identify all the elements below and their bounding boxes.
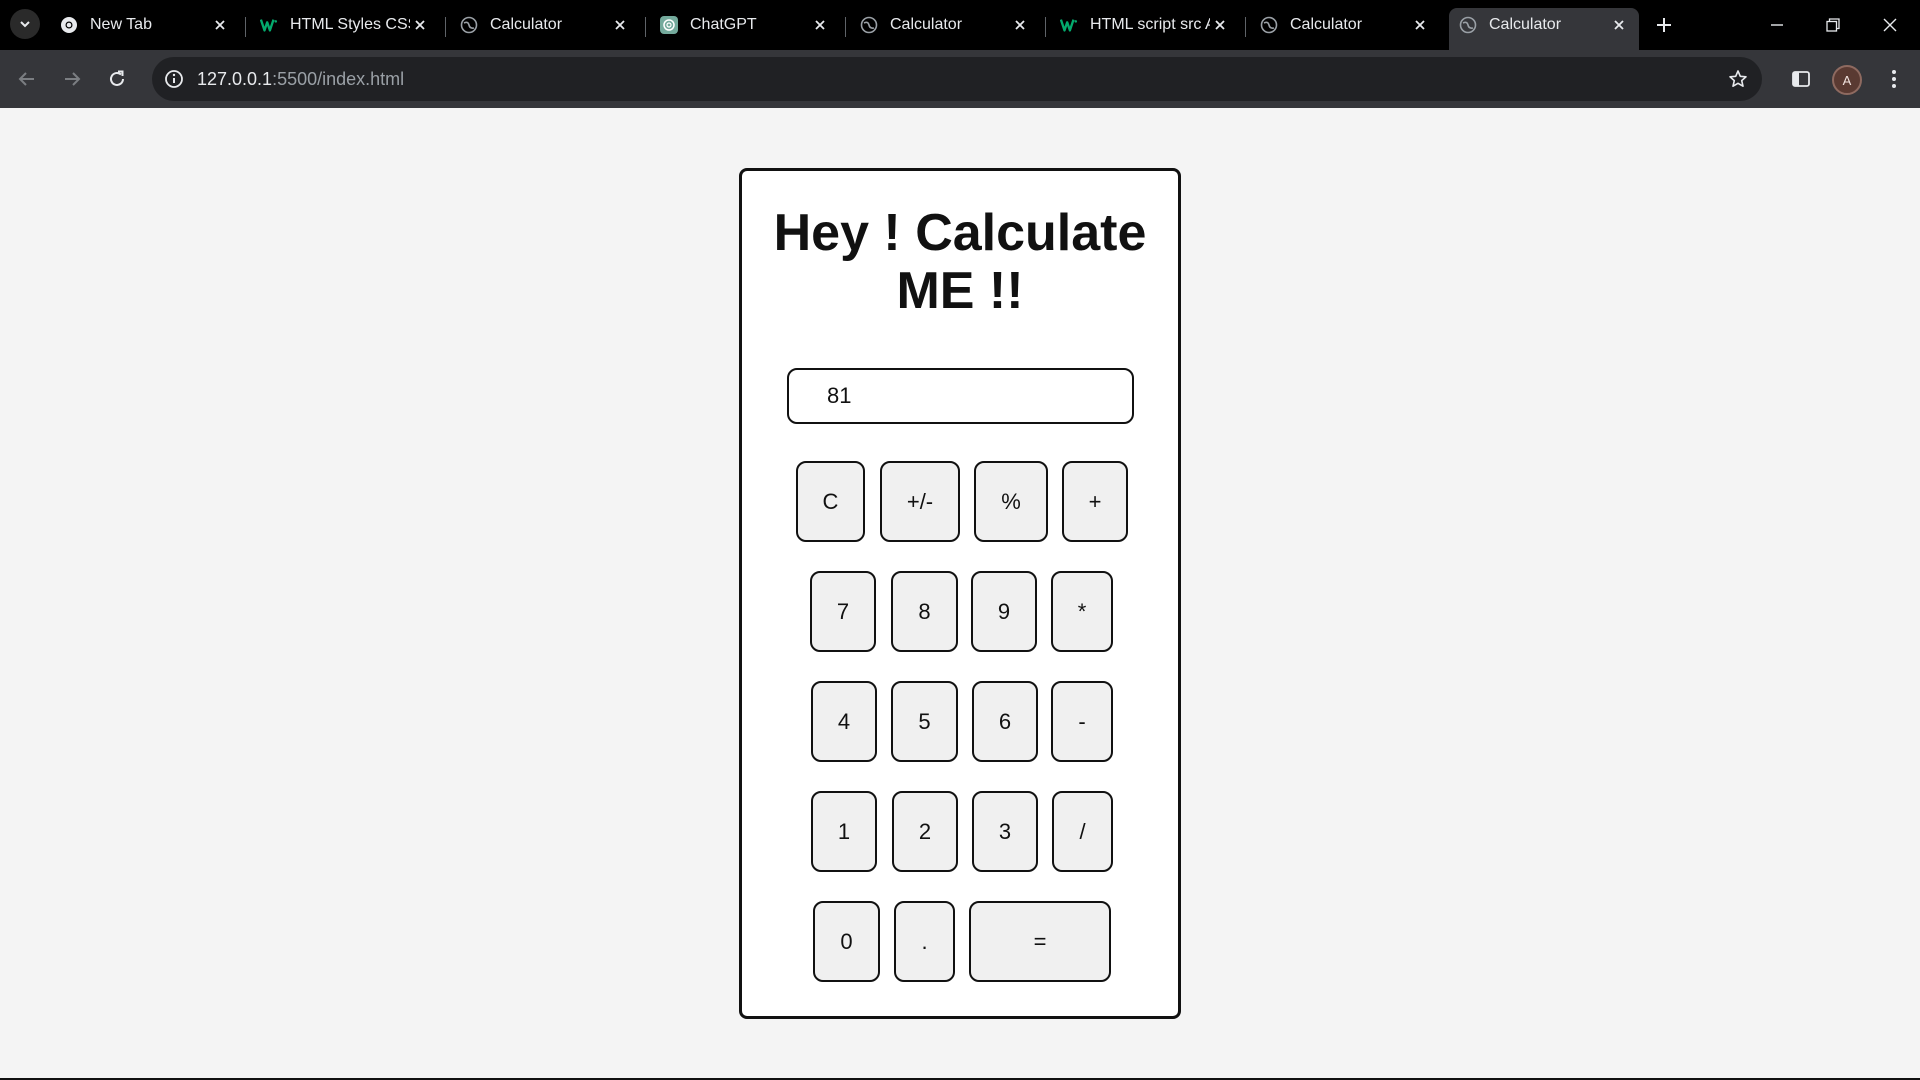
close-icon[interactable] [1010,15,1030,35]
menu-button[interactable] [1878,63,1910,95]
tab-html-script-src[interactable]: HTML script src Attribute [1050,8,1240,42]
close-icon[interactable] [610,15,630,35]
close-icon[interactable] [1410,15,1430,35]
restore-icon [1826,18,1840,32]
tab-separator [645,17,646,37]
digit-0-button[interactable]: 0 [813,901,880,982]
tab-separator [1245,17,1246,37]
tab-title: Calculator [1489,16,1562,33]
tab-html-styles-css[interactable]: HTML Styles CSS [250,8,440,42]
w3schools-icon [1060,16,1078,34]
close-icon[interactable] [210,15,230,35]
decimal-button[interactable]: . [894,901,955,982]
tab-title: HTML script src Attribute [1090,16,1210,33]
side-panel-button[interactable] [1785,63,1817,95]
star-icon[interactable] [1726,67,1750,91]
tab-separator [1045,17,1046,37]
browser-toolbar: 127.0.0.1:5500/index.html A [0,50,1920,108]
tab-title: Calculator [1290,16,1363,33]
close-icon[interactable] [410,15,430,35]
subtract-button[interactable]: - [1051,681,1113,762]
chrome-icon [60,16,78,34]
digit-2-button[interactable]: 2 [892,791,958,872]
tab-title: Calculator [490,16,563,33]
tab-calculator[interactable]: Calculator [850,8,1040,42]
info-icon[interactable] [162,67,186,91]
minimize-icon [1771,24,1783,26]
digit-4-button[interactable]: 4 [811,681,877,762]
globe-icon [460,16,478,34]
toggle-sign-button[interactable]: +/- [880,461,960,542]
globe-icon [1260,16,1278,34]
divide-button[interactable]: / [1052,791,1113,872]
tab-separator [845,17,846,37]
digit-5-button[interactable]: 5 [891,681,958,762]
calculator-display[interactable] [787,368,1134,424]
w3schools-icon [260,16,278,34]
forward-button[interactable] [56,63,88,95]
side-panel-icon [1792,71,1810,87]
close-icon [1883,18,1897,32]
url-text[interactable]: 127.0.0.1:5500/index.html [197,69,404,90]
digit-9-button[interactable]: 9 [971,571,1037,652]
plus-icon [1657,18,1671,32]
multiply-button[interactable]: * [1051,571,1113,652]
tab-title: New Tab [90,16,152,33]
tab-calculator[interactable]: Calculator [450,8,640,42]
address-bar[interactable]: 127.0.0.1:5500/index.html [152,57,1762,101]
url-host: 127.0.0.1 [197,69,273,89]
digit-3-button[interactable]: 3 [972,791,1038,872]
chatgpt-icon [660,16,678,34]
tab-title: Calculator [890,16,963,33]
page-viewport: Hey ! Calculate ME !! C +/- % + 7 8 9 * … [0,108,1920,1078]
reload-icon [110,70,124,86]
digit-6-button[interactable]: 6 [972,681,1038,762]
add-button[interactable]: + [1062,461,1128,542]
tab-title: HTML Styles CSS [290,16,410,33]
avatar[interactable]: A [1832,65,1862,95]
back-button[interactable] [11,63,43,95]
minimize-button[interactable] [1749,0,1805,50]
close-icon[interactable] [1210,15,1230,35]
tab-chatgpt[interactable]: ChatGPT [650,8,840,42]
reload-button[interactable] [101,63,133,95]
arrow-left-icon [18,72,34,86]
chevron-down-icon [20,21,30,28]
arrow-right-icon [65,72,81,86]
globe-icon [1459,16,1477,34]
url-path: :5500/index.html [272,69,405,89]
digit-8-button[interactable]: 8 [891,571,958,652]
new-tab-button[interactable] [1650,11,1678,39]
tab-separator [245,17,246,37]
restore-button[interactable] [1805,0,1861,50]
page-title: Hey ! Calculate ME !! [773,204,1147,320]
tab-title: ChatGPT [690,16,757,33]
close-icon[interactable] [1609,15,1629,35]
globe-icon [860,16,878,34]
tab-calculator-active[interactable]: Calculator [1449,8,1639,50]
tab-calculator[interactable]: Calculator [1250,8,1440,42]
clear-button[interactable]: C [796,461,865,542]
close-icon[interactable] [810,15,830,35]
percent-button[interactable]: % [974,461,1048,542]
digit-1-button[interactable]: 1 [811,791,877,872]
tab-new-tab[interactable]: New Tab [50,8,240,42]
tab-search-button[interactable] [10,9,40,39]
calculator-card: Hey ! Calculate ME !! C +/- % + 7 8 9 * … [739,168,1181,1019]
digit-7-button[interactable]: 7 [810,571,876,652]
more-vertical-icon [1892,70,1896,88]
tab-strip: New Tab HTML Styles CSS Calculator ChatG… [0,0,1920,50]
tab-separator [445,17,446,37]
close-window-button[interactable] [1862,0,1918,50]
equals-button[interactable]: = [969,901,1111,982]
